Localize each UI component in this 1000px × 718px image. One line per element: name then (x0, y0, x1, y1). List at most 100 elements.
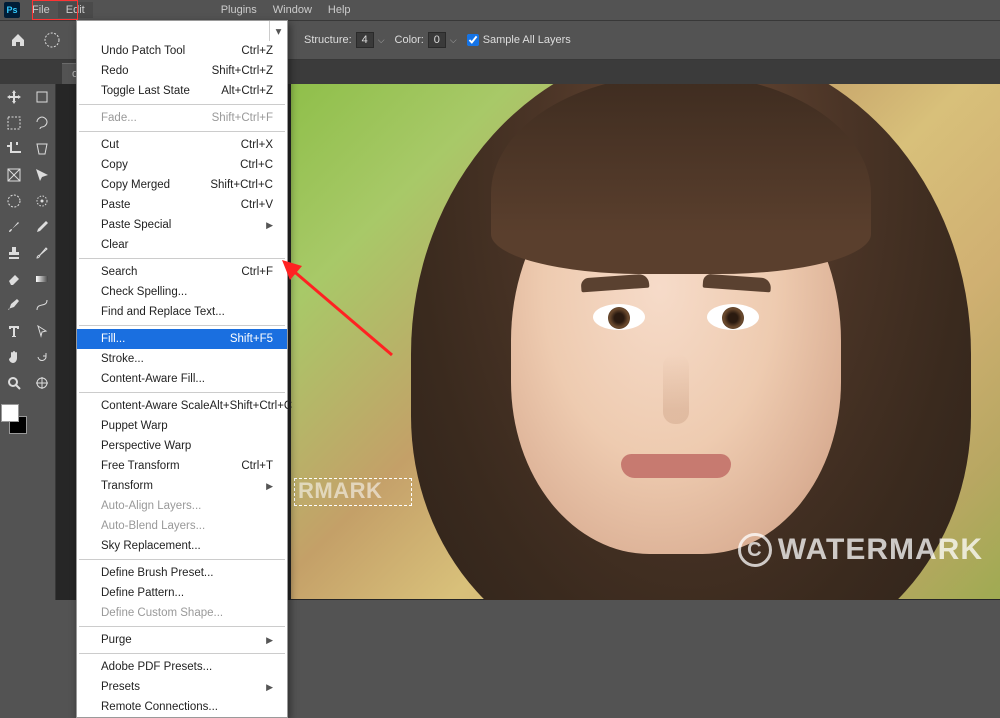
menu-item-perspective-warp[interactable]: Perspective Warp (77, 436, 287, 456)
menu-item-puppet-warp[interactable]: Puppet Warp (77, 416, 287, 436)
type-tool-icon[interactable] (3, 320, 25, 342)
color-swatches[interactable] (1, 404, 27, 434)
marquee-tool-icon[interactable] (3, 112, 25, 134)
submenu-arrow-icon: ▶ (266, 680, 273, 694)
menu-item-shortcut: Shift+Ctrl+C (210, 178, 273, 192)
watermark: C WATERMARK (738, 533, 983, 567)
menu-item-copy[interactable]: CopyCtrl+C (77, 155, 287, 175)
hand-tool-icon[interactable] (3, 346, 25, 368)
menu-item-toggle-last-state[interactable]: Toggle Last StateAlt+Ctrl+Z (77, 81, 287, 101)
menu-plugins[interactable]: Plugins (213, 2, 265, 18)
menu-item-label: Purge (101, 633, 132, 647)
patch-tool-icon[interactable] (40, 28, 64, 52)
pen-tool-icon[interactable] (3, 294, 25, 316)
foreground-color-swatch[interactable] (1, 404, 19, 422)
quick-select-tool-icon[interactable] (31, 190, 53, 212)
menu-item-label: Paste (101, 198, 130, 212)
pencil-tool-icon[interactable] (31, 216, 53, 238)
edit-menu-dropdown[interactable]: ▾ Undo Patch ToolCtrl+ZRedoShift+Ctrl+ZT… (76, 20, 288, 718)
menu-item-define-brush-preset[interactable]: Define Brush Preset... (77, 563, 287, 583)
menu-item-label: Transform (101, 479, 153, 493)
menu-item-label: Presets (101, 680, 140, 694)
move-tool-icon[interactable] (3, 86, 25, 108)
menu-item-label: Remote Connections... (101, 700, 218, 714)
menu-separator (79, 626, 285, 627)
menu-item-define-pattern[interactable]: Define Pattern... (77, 583, 287, 603)
menu-item-free-transform[interactable]: Free TransformCtrl+T (77, 456, 287, 476)
color-value[interactable]: 0 (428, 32, 446, 48)
menu-item-fill[interactable]: Fill...Shift+F5 (77, 329, 287, 349)
lasso-tool-icon[interactable] (31, 112, 53, 134)
direct-select-tool-icon[interactable] (31, 320, 53, 342)
menu-item-redo[interactable]: RedoShift+Ctrl+Z (77, 61, 287, 81)
menu-file[interactable]: File (24, 2, 58, 18)
stamp-tool-icon[interactable] (3, 242, 25, 264)
menu-item-clear[interactable]: Clear (77, 235, 287, 255)
menu-item-label: Auto-Blend Layers... (101, 519, 205, 533)
menu-item-label: Define Pattern... (101, 586, 184, 600)
marquee-selection[interactable] (294, 478, 412, 506)
chevron-updown-icon[interactable]: ⌵ (450, 35, 457, 46)
menu-separator (79, 392, 285, 393)
menu-item-transform[interactable]: Transform ▶ (77, 476, 287, 496)
menubar: Ps FileEditPluginsWindowHelp (0, 0, 1000, 20)
menu-item-shortcut: Shift+Ctrl+F (212, 111, 273, 125)
submenu-arrow-icon: ▶ (266, 479, 273, 493)
copyright-icon: C (738, 533, 772, 567)
menu-item-check-spelling[interactable]: Check Spelling... (77, 282, 287, 302)
sample-all-label: Sample All Layers (483, 34, 571, 46)
menu-item-shortcut: Ctrl+X (241, 138, 273, 152)
menu-item-content-aware-scale[interactable]: Content-Aware ScaleAlt+Shift+Ctrl+C (77, 396, 287, 416)
zoom-tool-icon[interactable] (3, 372, 25, 394)
home-icon[interactable] (6, 28, 30, 52)
dropdown-arrow-icon[interactable]: ▾ (269, 21, 287, 41)
chevron-updown-icon[interactable]: ⌵ (378, 35, 385, 46)
color-field[interactable]: Color: 0 ⌵ (395, 32, 457, 48)
menu-edit[interactable]: Edit (58, 2, 93, 18)
menu-item-presets[interactable]: Presets ▶ (77, 677, 287, 697)
menu-help[interactable]: Help (320, 2, 359, 18)
menu-window[interactable]: Window (265, 2, 320, 18)
sample-all-layers-checkbox[interactable]: Sample All Layers (467, 34, 571, 46)
frame-tool-icon[interactable] (3, 164, 25, 186)
menu-item-label: Define Brush Preset... (101, 566, 214, 580)
menu-item-shortcut: Shift+F5 (230, 332, 273, 346)
color-sampler-tool-icon[interactable] (31, 372, 53, 394)
sample-all-checkbox-input[interactable] (467, 34, 479, 46)
menu-item-shortcut: Ctrl+Z (241, 44, 273, 58)
slice-tool-icon[interactable] (31, 164, 53, 186)
structure-field[interactable]: Structure: 4 ⌵ (304, 32, 385, 48)
menu-item-purge[interactable]: Purge▶ (77, 630, 287, 650)
structure-label: Structure: (304, 34, 352, 46)
brush-tool-icon[interactable] (3, 216, 25, 238)
perspective-crop-tool-icon[interactable] (31, 138, 53, 160)
menu-item-search[interactable]: SearchCtrl+F (77, 262, 287, 282)
menu-item-paste-special[interactable]: Paste Special▶ (77, 215, 287, 235)
eraser-tool-icon[interactable] (3, 268, 25, 290)
menu-item-shortcut: Ctrl+F (241, 265, 273, 279)
structure-value[interactable]: 4 (356, 32, 374, 48)
artboard-tool-icon[interactable] (31, 86, 53, 108)
menu-item-find-and-replace-text[interactable]: Find and Replace Text... (77, 302, 287, 322)
menu-item-label: Content-Aware Fill... (101, 372, 205, 386)
menu-item-sky-replacement[interactable]: Sky Replacement... (77, 536, 287, 556)
menu-separator (79, 258, 285, 259)
menu-item-adobe-pdf-presets[interactable]: Adobe PDF Presets... (77, 657, 287, 677)
crop-tool-icon[interactable] (3, 138, 25, 160)
menu-item-shortcut: Alt+Ctrl+Z (221, 84, 273, 98)
menu-item-label: Auto-Align Layers... (101, 499, 201, 513)
submenu-arrow-icon: ▶ (266, 218, 273, 232)
menu-item-paste[interactable]: PasteCtrl+V (77, 195, 287, 215)
gradient-tool-icon[interactable] (31, 268, 53, 290)
menu-item-stroke[interactable]: Stroke... (77, 349, 287, 369)
path-tool-icon[interactable] (31, 294, 53, 316)
history-brush-tool-icon[interactable] (31, 242, 53, 264)
menu-item-label: Find and Replace Text... (101, 305, 225, 319)
rotate-tool-icon[interactable] (31, 346, 53, 368)
menu-item-copy-merged[interactable]: Copy MergedShift+Ctrl+C (77, 175, 287, 195)
lasso-dashed-tool-icon[interactable] (3, 190, 25, 212)
menu-item-undo-patch-tool[interactable]: Undo Patch ToolCtrl+Z (77, 41, 287, 61)
menu-item-content-aware-fill[interactable]: Content-Aware Fill... (77, 369, 287, 389)
menu-item-cut[interactable]: CutCtrl+X (77, 135, 287, 155)
menu-item-remote-connections[interactable]: Remote Connections... (77, 697, 287, 717)
